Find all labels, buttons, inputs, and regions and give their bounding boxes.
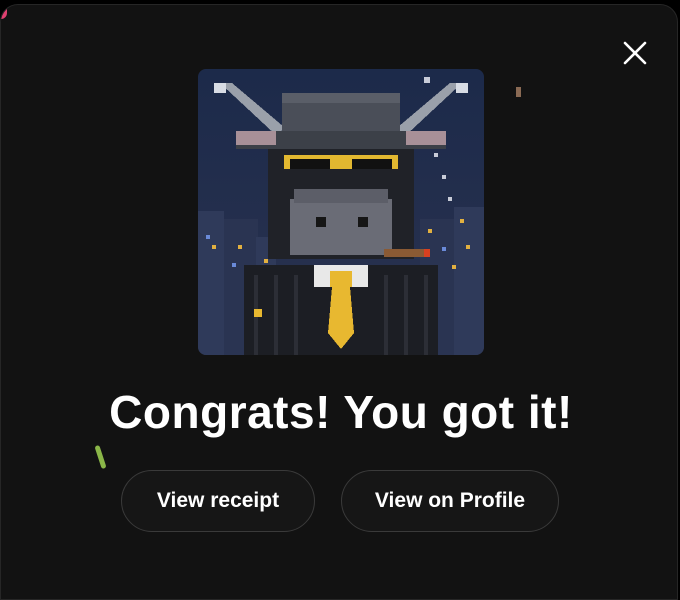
close-icon xyxy=(623,41,647,65)
nft-image xyxy=(198,69,484,355)
confetti-piece xyxy=(516,87,521,97)
view-receipt-button[interactable]: View receipt xyxy=(121,470,315,532)
congrats-dialog: Congrats! You got it! View receipt View … xyxy=(0,4,678,600)
confetti-piece xyxy=(1,5,7,19)
congrats-headline: Congrats! You got it! xyxy=(109,386,573,438)
confetti-piece xyxy=(94,444,107,470)
view-on-profile-button[interactable]: View on Profile xyxy=(341,470,559,532)
close-button[interactable] xyxy=(617,35,653,71)
